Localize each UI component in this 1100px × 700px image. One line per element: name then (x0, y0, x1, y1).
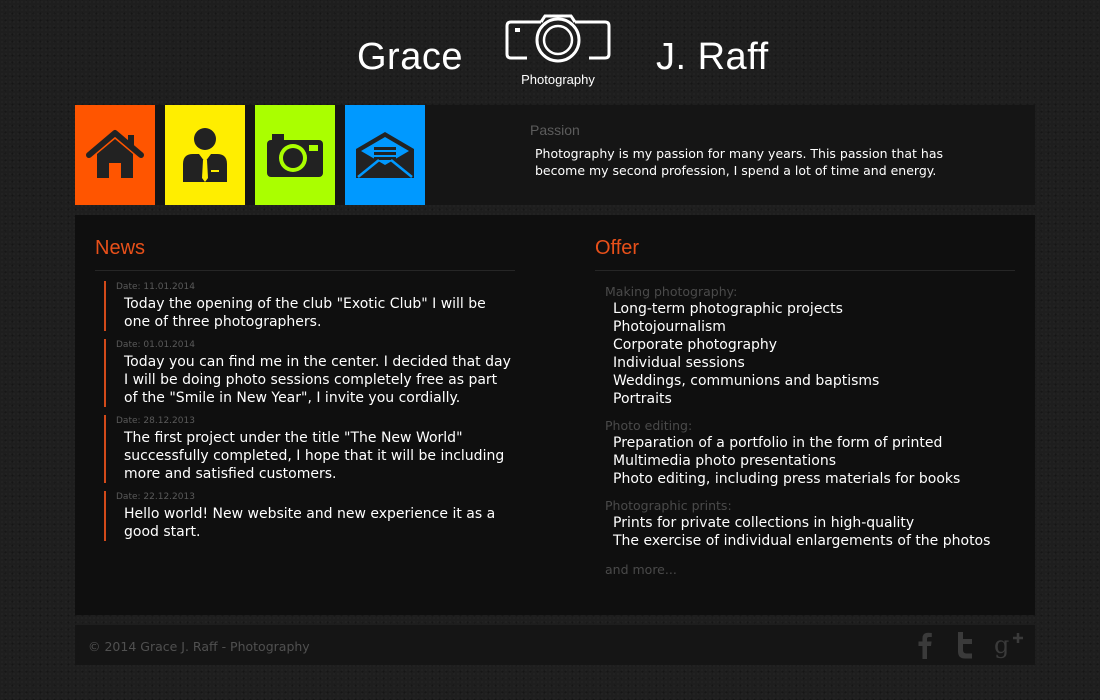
offer-item: Weddings, communions and baptisms (613, 373, 880, 389)
offer-group-editing: Photo editing: Preparation of a portfoli… (605, 417, 1025, 488)
top-bar: Passion Photography is my passion for ma… (75, 105, 1035, 205)
offer-item: Long-term photographic projects (613, 301, 843, 317)
google-plus-link[interactable]: g (993, 629, 1025, 661)
offer-item: Corporate photography (613, 337, 778, 353)
offer-item: Photo editing, including press materials… (613, 471, 961, 487)
site-footer: © 2014 Grace J. Raff - Photography g (75, 625, 1035, 665)
news-item: Date: 22.12.2013 Hello world! New websit… (104, 491, 514, 541)
news-item: Date: 01.01.2014 Today you can find me i… (104, 339, 514, 407)
twitter-icon (958, 632, 972, 659)
offer-list: Making photography: Long-term photograph… (605, 283, 1025, 577)
twitter-link[interactable] (949, 629, 981, 661)
nav-gallery-tile[interactable] (255, 105, 335, 205)
home-icon (86, 130, 144, 178)
news-item: Date: 28.12.2013 The first project under… (104, 415, 514, 483)
offer-group-prints: Photographic prints: Prints for private … (605, 497, 1025, 550)
main-panel: News Date: 11.01.2014 Today the opening … (75, 215, 1035, 615)
offer-title: Offer (595, 237, 640, 259)
nav-home-tile[interactable] (75, 105, 155, 205)
offer-more-link[interactable]: and more... (605, 562, 1025, 577)
offer-item: Prints for private collections in high-q… (613, 515, 915, 531)
camera-logo[interactable]: Photography (505, 10, 611, 90)
camera-logo-icon (505, 14, 611, 63)
offer-item: Portraits (613, 391, 672, 407)
offer-group-title: Photographic prints: (605, 498, 732, 513)
news-divider (95, 270, 515, 271)
offer-item: The exercise of individual enlargements … (613, 533, 991, 549)
offer-group-title: Photo editing: (605, 418, 693, 433)
brand-last-name: J. Raff (656, 36, 769, 78)
svg-text:g: g (994, 631, 1009, 659)
person-icon (183, 128, 227, 182)
passion-section: Passion Photography is my passion for ma… (530, 105, 1035, 205)
offer-group-making: Making photography: Long-term photograph… (605, 283, 1025, 408)
site-header: Grace Photography J. Raff (0, 0, 1100, 100)
offer-item: Photojournalism (613, 319, 726, 335)
passion-title: Passion (530, 122, 580, 138)
nav-about-tile[interactable] (165, 105, 245, 205)
passion-text: Photography is my passion for many years… (535, 146, 944, 178)
offer-item: Preparation of a portfolio in the form o… (613, 435, 943, 451)
news-list: Date: 11.01.2014 Today the opening of th… (104, 281, 514, 549)
news-date: Date: 11.01.2014 (116, 282, 195, 292)
news-date: Date: 28.12.2013 (116, 416, 195, 426)
nav-contact-tile[interactable] (345, 105, 425, 205)
brand-first-name: Grace (357, 36, 463, 78)
offer-item: Multimedia photo presentations (613, 453, 837, 469)
news-title: News (95, 237, 146, 259)
logo-caption: Photography (521, 72, 595, 87)
facebook-link[interactable] (909, 629, 941, 661)
offer-item: Individual sessions (613, 355, 745, 371)
camera-icon (267, 134, 323, 177)
envelope-icon (356, 132, 414, 178)
copyright-text: © 2014 Grace J. Raff - Photography (88, 639, 310, 654)
news-date: Date: 01.01.2014 (116, 340, 195, 350)
news-date: Date: 22.12.2013 (116, 492, 195, 502)
offer-group-title: Making photography: (605, 284, 738, 299)
google-plus-icon: g (994, 631, 1023, 659)
offer-divider (595, 270, 1015, 271)
facebook-icon (918, 632, 932, 659)
news-item: Date: 11.01.2014 Today the opening of th… (104, 281, 514, 331)
